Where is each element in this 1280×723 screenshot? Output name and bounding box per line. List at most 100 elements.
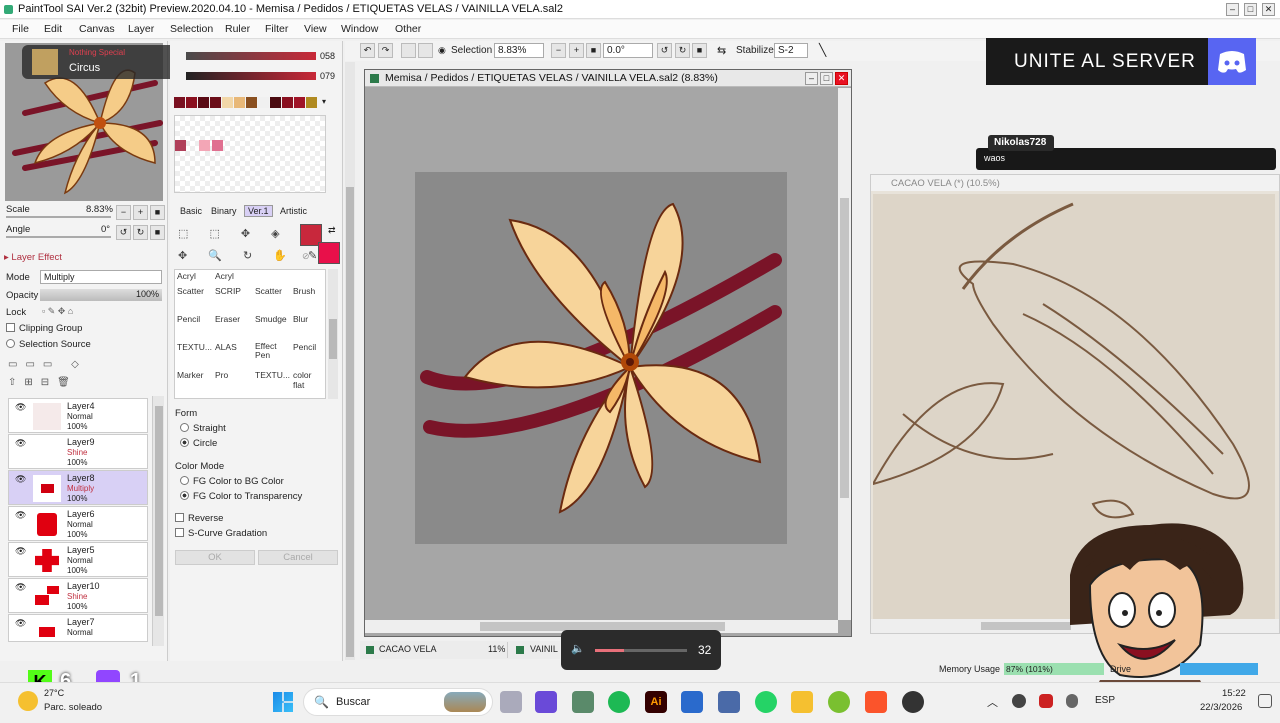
drawing-canvas[interactable] bbox=[415, 172, 787, 544]
brush-item[interactable]: Scatter bbox=[255, 286, 282, 296]
straight-option[interactable]: Straight bbox=[180, 423, 226, 434]
zoom-out-button[interactable]: − bbox=[551, 43, 566, 58]
obs-icon[interactable] bbox=[902, 691, 924, 713]
brush-item[interactable]: Brush bbox=[293, 286, 315, 296]
brush-item[interactable]: Blur bbox=[293, 314, 308, 324]
rotate-clear-button[interactable]: ■ bbox=[150, 225, 165, 240]
transparent-color-icon[interactable]: ⊘ bbox=[302, 251, 310, 262]
tab-binary[interactable]: Binary bbox=[211, 206, 237, 216]
calculator-icon[interactable] bbox=[718, 691, 740, 713]
layer-item[interactable]: 👁 Layer4 Normal 100% bbox=[8, 398, 148, 433]
zoom-field[interactable]: 8.83% bbox=[494, 43, 544, 58]
discord-taskbar-icon[interactable] bbox=[535, 691, 557, 713]
angle-slider[interactable] bbox=[6, 236, 111, 238]
menu-layer[interactable]: Layer bbox=[128, 23, 154, 35]
menu-canvas[interactable]: Canvas bbox=[79, 23, 115, 35]
layer-buttons-row2[interactable]: ⇧⊞⊟🗑 bbox=[8, 377, 78, 388]
menu-file[interactable]: File bbox=[12, 23, 29, 35]
close-button[interactable]: ✕ bbox=[1262, 3, 1275, 16]
palette-swatch[interactable] bbox=[294, 97, 305, 108]
brush-item[interactable]: Acryl bbox=[177, 271, 196, 281]
fg-to-bg-option[interactable]: FG Color to BG Color bbox=[180, 476, 284, 487]
layer-item[interactable]: 👁 Layer7 Normal bbox=[8, 614, 148, 642]
palette-swatch[interactable] bbox=[246, 97, 257, 108]
angle-field[interactable]: 0.0° bbox=[603, 43, 653, 58]
brush-item[interactable]: Eraser bbox=[215, 314, 240, 324]
menu-view[interactable]: View bbox=[304, 23, 327, 35]
scale-slider[interactable] bbox=[6, 216, 111, 218]
brush-item[interactable]: Effect Pen bbox=[255, 342, 285, 360]
palette-swatch[interactable] bbox=[306, 97, 317, 108]
palette-swatch[interactable] bbox=[186, 97, 197, 108]
scale-reset-button[interactable]: ■ bbox=[150, 205, 165, 220]
layer-scrollbar[interactable] bbox=[152, 396, 164, 646]
undo-icon[interactable]: ↶ bbox=[360, 43, 375, 58]
clock-date[interactable]: 22/3/2026 bbox=[1200, 702, 1242, 713]
stabilizer-select[interactable]: S-2 bbox=[774, 43, 808, 58]
layer-item-selected[interactable]: 👁 Layer8 Multiply 100% bbox=[8, 470, 148, 505]
scale-minus-button[interactable]: − bbox=[116, 205, 131, 220]
invert-icon[interactable] bbox=[418, 43, 433, 58]
zoom-in-button[interactable]: + bbox=[569, 43, 584, 58]
scratchpad[interactable] bbox=[174, 115, 326, 193]
palette-swatch[interactable] bbox=[174, 97, 185, 108]
tab-artistic[interactable]: Artistic bbox=[280, 206, 307, 216]
reverse-checkbox[interactable]: Reverse bbox=[175, 513, 223, 524]
brush-item[interactable]: Acryl bbox=[215, 271, 234, 281]
deselect-icon[interactable] bbox=[401, 43, 416, 58]
illustrator-icon[interactable]: Ai bbox=[645, 691, 667, 713]
menu-ruler[interactable]: Ruler bbox=[225, 23, 250, 35]
recent-swatch[interactable] bbox=[212, 140, 223, 151]
fg-to-trans-option[interactable]: FG Color to Transparency bbox=[180, 491, 302, 502]
menu-filter[interactable]: Filter bbox=[265, 23, 288, 35]
lock-icons[interactable]: ▫ ✎ ✥ ⌂ bbox=[42, 306, 73, 317]
opacity-slider[interactable]: 100% bbox=[40, 289, 162, 301]
eye-icon[interactable]: 👁 bbox=[15, 438, 26, 449]
background-color[interactable] bbox=[318, 242, 340, 264]
recent-swatch[interactable] bbox=[175, 140, 186, 151]
file-explorer-icon[interactable] bbox=[791, 691, 813, 713]
layer-item[interactable]: 👁 Layer6 Normal 100% bbox=[8, 506, 148, 541]
brush-item[interactable]: Smudge bbox=[255, 314, 287, 324]
rotate-right-button[interactable]: ↻ bbox=[675, 43, 690, 58]
eye-icon[interactable]: 👁 bbox=[15, 546, 26, 557]
brush-item[interactable]: SCRIP bbox=[215, 286, 241, 296]
cancel-button[interactable]: Cancel bbox=[258, 550, 338, 565]
layer-buttons-row1[interactable]: ▭▭▭ ◇ bbox=[8, 359, 87, 370]
brush-scrollbar[interactable] bbox=[328, 269, 338, 399]
blend-mode-select[interactable]: Multiply bbox=[40, 270, 162, 284]
canvas-maximize-button[interactable]: □ bbox=[820, 72, 833, 85]
zoom-reset-button[interactable]: ■ bbox=[586, 43, 601, 58]
recent-swatch[interactable] bbox=[199, 140, 210, 151]
tab-ver1[interactable]: Ver.1 bbox=[244, 205, 273, 217]
start-button[interactable] bbox=[273, 692, 293, 712]
brush-item[interactable]: Pencil bbox=[177, 314, 200, 324]
menu-window[interactable]: Window bbox=[341, 23, 378, 35]
brush-item[interactable]: Pencil bbox=[293, 342, 316, 352]
brush-item[interactable]: TEXTU... bbox=[177, 342, 212, 352]
rotate-left-button[interactable]: ↺ bbox=[657, 43, 672, 58]
rotate-cw-button[interactable]: ↻ bbox=[133, 225, 148, 240]
canvas-tab-active[interactable]: VAINIL bbox=[512, 642, 560, 658]
task-view-icon[interactable] bbox=[500, 691, 522, 713]
spotify-icon[interactable] bbox=[608, 691, 630, 713]
redo-icon[interactable]: ↷ bbox=[378, 43, 393, 58]
brave-icon[interactable] bbox=[865, 691, 887, 713]
whatsapp-icon[interactable] bbox=[755, 691, 777, 713]
tool-icons[interactable]: ⬚ ⬚ ✥ ◈ T bbox=[178, 227, 316, 240]
volume-slider[interactable] bbox=[595, 649, 687, 652]
paint-app-icon[interactable] bbox=[681, 691, 703, 713]
scurve-checkbox[interactable]: S-Curve Gradation bbox=[175, 528, 267, 539]
layer-item[interactable]: 👁 Layer5 Normal 100% bbox=[8, 542, 148, 577]
line-tool-icon[interactable]: ╲ bbox=[819, 43, 826, 57]
tab-basic[interactable]: Basic bbox=[180, 206, 202, 216]
brush-item[interactable]: Pro bbox=[215, 370, 228, 380]
brush-item[interactable]: Scatter bbox=[177, 286, 204, 296]
maximize-button[interactable]: □ bbox=[1244, 3, 1257, 16]
color-slider-1[interactable] bbox=[186, 52, 316, 60]
menu-edit[interactable]: Edit bbox=[44, 23, 62, 35]
palette-swatch[interactable] bbox=[270, 97, 281, 108]
panel-scrollbar[interactable] bbox=[345, 62, 355, 660]
swap-colors-icon[interactable]: ⇄ bbox=[328, 225, 336, 236]
canvas-close-button[interactable]: ✕ bbox=[835, 72, 848, 85]
